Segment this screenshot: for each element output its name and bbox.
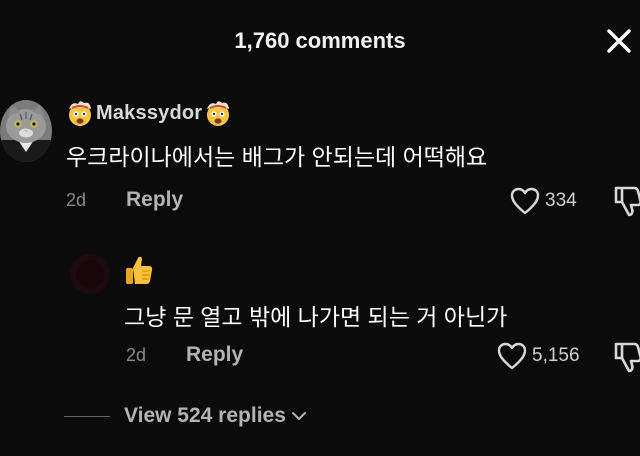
like-group[interactable]: 334 [509, 186, 577, 216]
comment-meta: 2d Reply [126, 343, 243, 367]
like-count: 334 [545, 190, 577, 211]
username[interactable]: Makssydor [96, 102, 202, 125]
avatar[interactable] [70, 254, 110, 294]
comments-header: 1,760 comments [0, 0, 640, 82]
cat-avatar-icon [0, 100, 52, 162]
dislike-icon[interactable] [612, 184, 640, 218]
comment-meta: 2d Reply [66, 188, 183, 212]
thumbs-up-emoji-icon [126, 256, 153, 284]
comment-text: 그냥 문 열고 밖에 나가면 되는 거 아닌가 [124, 304, 508, 330]
exploding-head-emoji-icon [69, 101, 91, 126]
reply-button[interactable]: Reply [186, 343, 243, 367]
comments-count-title: 1,760 comments [234, 28, 406, 53]
like-group[interactable]: 5,156 [496, 341, 580, 371]
reply-button[interactable]: Reply [126, 188, 183, 212]
avatar[interactable] [0, 100, 52, 162]
like-count: 5,156 [532, 345, 580, 366]
view-replies-label: View 524 replies [124, 404, 286, 427]
comments-sheet: 1,760 comments Makssydor 우크라이나에서는 배그가 안되… [0, 0, 640, 456]
divider [64, 415, 110, 417]
heart-icon[interactable] [509, 186, 541, 216]
comment-date: 2d [126, 344, 147, 365]
exploding-head-emoji-icon [207, 101, 230, 126]
view-replies-button[interactable]: View 524 replies [64, 404, 308, 428]
dark-avatar-icon [70, 254, 110, 294]
chevron-down-icon [291, 412, 306, 420]
dislike-icon[interactable] [612, 340, 640, 374]
comment-date: 2d [66, 189, 87, 210]
comment-text: 우크라이나에서는 배그가 안되는데 어떡해요 [66, 144, 488, 170]
close-icon[interactable] [602, 24, 636, 58]
username-row[interactable]: Makssydor [66, 98, 232, 128]
heart-icon[interactable] [496, 341, 528, 371]
